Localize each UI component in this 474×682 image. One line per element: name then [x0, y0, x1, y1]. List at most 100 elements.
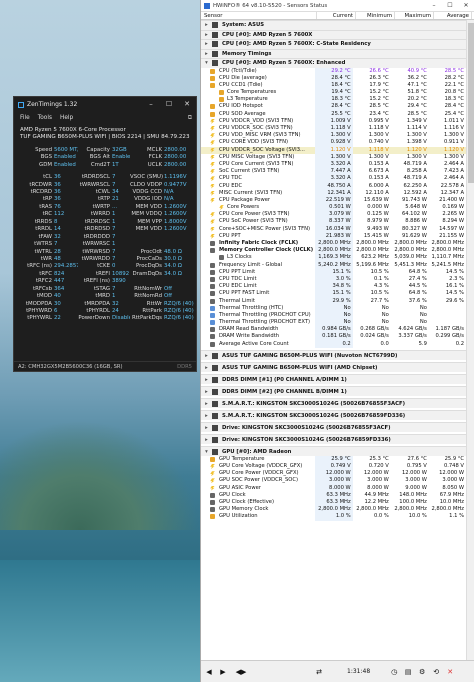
screenshot-icon[interactable]: ⧉ — [188, 114, 192, 122]
sensor-row[interactable]: GPU Memory Clock 2,800.0 MHz 2,800.0 MHz 2,… — [201, 506, 466, 514]
sensor-row[interactable]: CPU VDDCR_VDD (SVI3 TFN) 1.009 V 0.995 V 1.… — [201, 117, 466, 125]
sensor-row[interactable]: Thermal Throttling (PROCHOT CPU) No No No — [201, 311, 466, 320]
exit-icon[interactable]: ✕ — [444, 666, 456, 678]
sensor-row[interactable]: SoC Current (SVI3 TFN) 7.447 A 6.673 A 8.25… — [201, 168, 466, 176]
sensor-row[interactable]: GPU SOC Power (VDDCR_SOC) 3.000 W 3.000 W 3… — [201, 477, 466, 485]
expand-icon[interactable]: ▸ — [204, 389, 209, 395]
sensor-row[interactable]: CPU SoC Power (SVI3 TFN) 8.337 W 8.979 W 8.… — [201, 218, 466, 226]
sensor-row[interactable]: Frequency Limit - Global 5,240.2 MHz 5,199… — [201, 261, 466, 269]
col-current[interactable]: Current — [317, 12, 356, 19]
sensor-row[interactable]: CPU PPT Limit 15.1 % 10.5 % 64.8 % 14.5 % — [201, 268, 466, 276]
collapse-icon[interactable]: ▾ — [204, 60, 209, 66]
sensor-row[interactable]: GPU Clock (Effective) 63.3 MHz 12.2 MHz 100… — [201, 498, 466, 507]
expand-icon[interactable]: ▸ — [204, 32, 209, 38]
expand-icon[interactable]: ▸ — [204, 401, 209, 407]
scrollbar-thumb[interactable] — [468, 23, 474, 183]
sensor-row[interactable]: Memory Controller Clock (UCLK) 2,800.0 MH… — [201, 247, 466, 255]
menu-item-help[interactable]: Help — [60, 115, 73, 121]
dimm-selector[interactable]: A2: CMH32GX5M2B5600C36 (16GB, SR) — [18, 362, 123, 371]
hwinfo-titlebar[interactable]: HWiNFO® 64 v8.10-5520 - Sensors Status –… — [201, 0, 474, 11]
vertical-scrollbar[interactable] — [466, 20, 474, 660]
expand-icon[interactable]: ◀▶ — [235, 666, 247, 678]
hw-maximize-button[interactable]: ☐ — [442, 0, 458, 11]
sensor-group[interactable]: ▸ Memory Timings — [201, 48, 466, 58]
hw-close-button[interactable]: ✕ — [458, 0, 474, 11]
sensor-row[interactable]: CPU Core Current (SVI3 TFN) 3.320 A 0.153 … — [201, 160, 466, 169]
expand-icon[interactable]: ▸ — [204, 425, 209, 431]
sensor-row[interactable]: CPU TDC Limit 3.0 % 0.1 % 27.4 % 2.3 % — [201, 275, 466, 284]
sensor-group[interactable]: ▾ CPU [#0]: AMD Ryzen 5 7600X: Enhanced — [201, 58, 466, 68]
col-sensor[interactable]: Sensor — [201, 12, 317, 19]
sensor-row[interactable]: GPU Clock 63.3 MHz 44.9 MHz 148.0 MHz 67.9 M… — [201, 491, 466, 499]
menu-item-tools[interactable]: Tools — [38, 115, 52, 121]
expand-icon[interactable]: ▸ — [204, 413, 209, 419]
sensor-row[interactable]: CPU VDDCR_SOC Voltage (SVI3... 1.120 V 1.1… — [201, 146, 466, 154]
sensor-row[interactable]: CPU CCD1 (Tdie) 18.4 °C 17.9 °C 47.1 °C 22.1… — [201, 81, 466, 90]
maximize-button[interactable]: ☐ — [160, 97, 178, 112]
sensor-row[interactable]: Average Active Core Count 0.2 0.0 5.9 0.2 — [201, 340, 466, 348]
col-average[interactable]: Average — [434, 12, 472, 19]
sensor-row[interactable]: Infinity Fabric Clock (FCLK) 2,800.0 MHz 2… — [201, 240, 466, 248]
expand-icon[interactable]: ▸ — [204, 377, 209, 383]
sensor-row[interactable]: CPU TDC 3.320 A 0.153 A 48.719 A 2.464 A — [201, 175, 466, 183]
sensor-row[interactable]: GPU Core Voltage (VDDCR_GFX) 0.749 V 0.720… — [201, 463, 466, 471]
network-icon[interactable]: ⇄ — [313, 666, 325, 678]
sensor-row[interactable]: CPU PPT 21.983 W 15.415 W 91.629 W 21.155 W — [201, 232, 466, 240]
sensor-row[interactable]: GPU ASIC Power 8.000 W 8.000 W 9.000 W 8.050… — [201, 484, 466, 492]
sensor-row[interactable]: L3 Clocks 1,169.3 MHz 623.2 MHz 5,039.0 MHz… — [201, 254, 466, 262]
zentimings-titlebar[interactable]: ZenTimings 1.32 – ☐ ✕ — [14, 97, 196, 112]
menu-item-file[interactable]: File — [20, 115, 30, 121]
expand-icon[interactable]: ▸ — [204, 41, 209, 47]
sensor-list[interactable]: ▸ System: ASUS ▸ CPU [#0]: AMD Ryzen 5 7600… — [201, 20, 466, 660]
sensor-row[interactable]: CPU PPT FAST Limit 15.1 % 10.5 % 64.8 % 14.5… — [201, 290, 466, 298]
sensor-row[interactable]: GPU Utilization 1.0 % 0.0 % 10.0 % 1.1 % — [201, 513, 466, 521]
collapse-icon[interactable]: ▾ — [204, 449, 209, 455]
sensor-row[interactable]: CPU Core Power (SVI3 TFN) 3.079 W 0.125 W 6… — [201, 211, 466, 219]
sensor-row[interactable]: CPU SOD Average 25.5 °C 23.4 °C 28.5 °C 25.4… — [201, 110, 466, 118]
sensor-row[interactable]: CPU Package Power 22.519 W 15.639 W 91.743 … — [201, 196, 466, 205]
col-minimum[interactable]: Minimum — [356, 12, 395, 19]
sensor-group[interactable]: ▸ DDR5 DIMM [#1] (P0 CHANNEL A/DIMM 1) — [201, 374, 466, 384]
sensor-row[interactable]: CPU VDDCR_SOC (SVI3 TFN) 1.118 V 1.118 V 1.… — [201, 125, 466, 133]
sensor-row[interactable]: Thermal Throttling (PROCHOT EXT) No No No — [201, 319, 466, 327]
expand-icon[interactable]: ▸ — [204, 51, 209, 57]
sensor-row[interactable]: DRAM Read Bandwidth 0.984 GB/s 0.268 GB/s 4… — [201, 326, 466, 334]
nav-left-icon[interactable]: ◀ — [203, 666, 215, 678]
nav-right-icon[interactable]: ▶ — [217, 666, 229, 678]
sensor-row[interactable]: CPU EDC Limit 34.8 % 4.3 % 44.5 % 16.1 % — [201, 283, 466, 291]
settings-icon[interactable]: ⚙ — [416, 666, 428, 678]
expand-icon[interactable]: ▸ — [204, 437, 209, 443]
sensor-row[interactable]: MISC Current (SVI3 TFN) 12.341 A 12.110 A 1… — [201, 189, 466, 197]
report-icon[interactable]: ▤ — [402, 666, 414, 678]
minimize-button[interactable]: – — [142, 97, 160, 112]
col-maximum[interactable]: Maximum — [395, 12, 434, 19]
sensor-row[interactable]: CPU IOD Hotspot 28.4 °C 28.5 °C 29.4 °C 28.4… — [201, 103, 466, 111]
sensor-row[interactable]: DRAM Write Bandwidth 0.181 GB/s 0.024 GB/s… — [201, 333, 466, 341]
sensor-group[interactable]: ▸ Drive: KINGSTON SKC3000S1024G (50026B76… — [201, 434, 466, 444]
sensor-group[interactable]: ▸ S.M.A.R.T.: KINGSTON SKC3000S1024G (500… — [201, 398, 466, 408]
sensor-row[interactable]: Core+SOC+MISC Power (SVI3 TFN) 16.034 W 9.… — [201, 225, 466, 233]
sensor-row[interactable]: Core Temperatures 19.4 °C 15.2 °C 51.8 °C 20… — [201, 89, 466, 97]
clock-icon[interactable]: ◷ — [388, 666, 400, 678]
sensor-row[interactable]: CPU MISC Voltage (SVI3 TFN) 1.300 V 1.300 … — [201, 153, 466, 161]
sensor-row[interactable]: CPU (Tctl/Tdie) 29.2 °C 26.6 °C 40.9 °C 28.5… — [201, 67, 466, 75]
sensor-row[interactable]: Core Powers 0.501 W 0.000 W 5.648 W 0.169 W — [201, 204, 466, 212]
expand-icon[interactable]: ▸ — [204, 22, 209, 28]
sensor-row[interactable]: CPU Die (average) 28.4 °C 26.3 °C 36.2 °C 28… — [201, 74, 466, 82]
sensor-group[interactable]: ▸ ASUS TUF GAMING B650M-PLUS WIFI (AMD Ch… — [201, 362, 466, 372]
sensor-group[interactable]: ▸ CPU [#0]: AMD Ryzen 5 7600X: C-State Re… — [201, 39, 466, 49]
hw-minimize-button[interactable]: – — [426, 0, 442, 11]
expand-icon[interactable]: ▸ — [204, 353, 209, 359]
sensor-group[interactable]: ▸ S.M.A.R.T.: KINGSTON SKC3000S1024G (500… — [201, 410, 466, 420]
sensor-group[interactable]: ▸ Drive: KINGSTON SKC3000S1024G (50026B76… — [201, 422, 466, 432]
sensor-row[interactable]: Thermal Throttling (HTC) No No No — [201, 304, 466, 312]
sensor-row[interactable]: CPU CORE VDD (SVI3 TFN) 0.928 V 0.740 V 1.3… — [201, 139, 466, 147]
sensor-row[interactable]: GPU Temperature 25.9 °C 25.3 °C 27.6 °C 25.9… — [201, 455, 466, 463]
sensor-group[interactable]: ▾ GPU [#0]: AMD Radeon — [201, 446, 466, 456]
sensor-row[interactable]: GPU Core Power (VDDCR_GFX) 12.000 W 12.000… — [201, 470, 466, 478]
sensor-group[interactable]: ▸ CPU [#0]: AMD Ryzen 5 7600X — [201, 29, 466, 39]
sensor-group[interactable]: ▸ ASUS TUF GAMING B650M-PLUS WIFI (Nuvoto… — [201, 350, 466, 360]
sensor-row[interactable]: CPU EDC 48.750 A 6.000 A 62.250 A 22.578 A — [201, 182, 466, 190]
sensor-row[interactable]: L3 Temperature 18.3 °C 15.2 °C 20.2 °C 18.3 … — [201, 96, 466, 104]
close-button[interactable]: ✕ — [178, 97, 196, 112]
